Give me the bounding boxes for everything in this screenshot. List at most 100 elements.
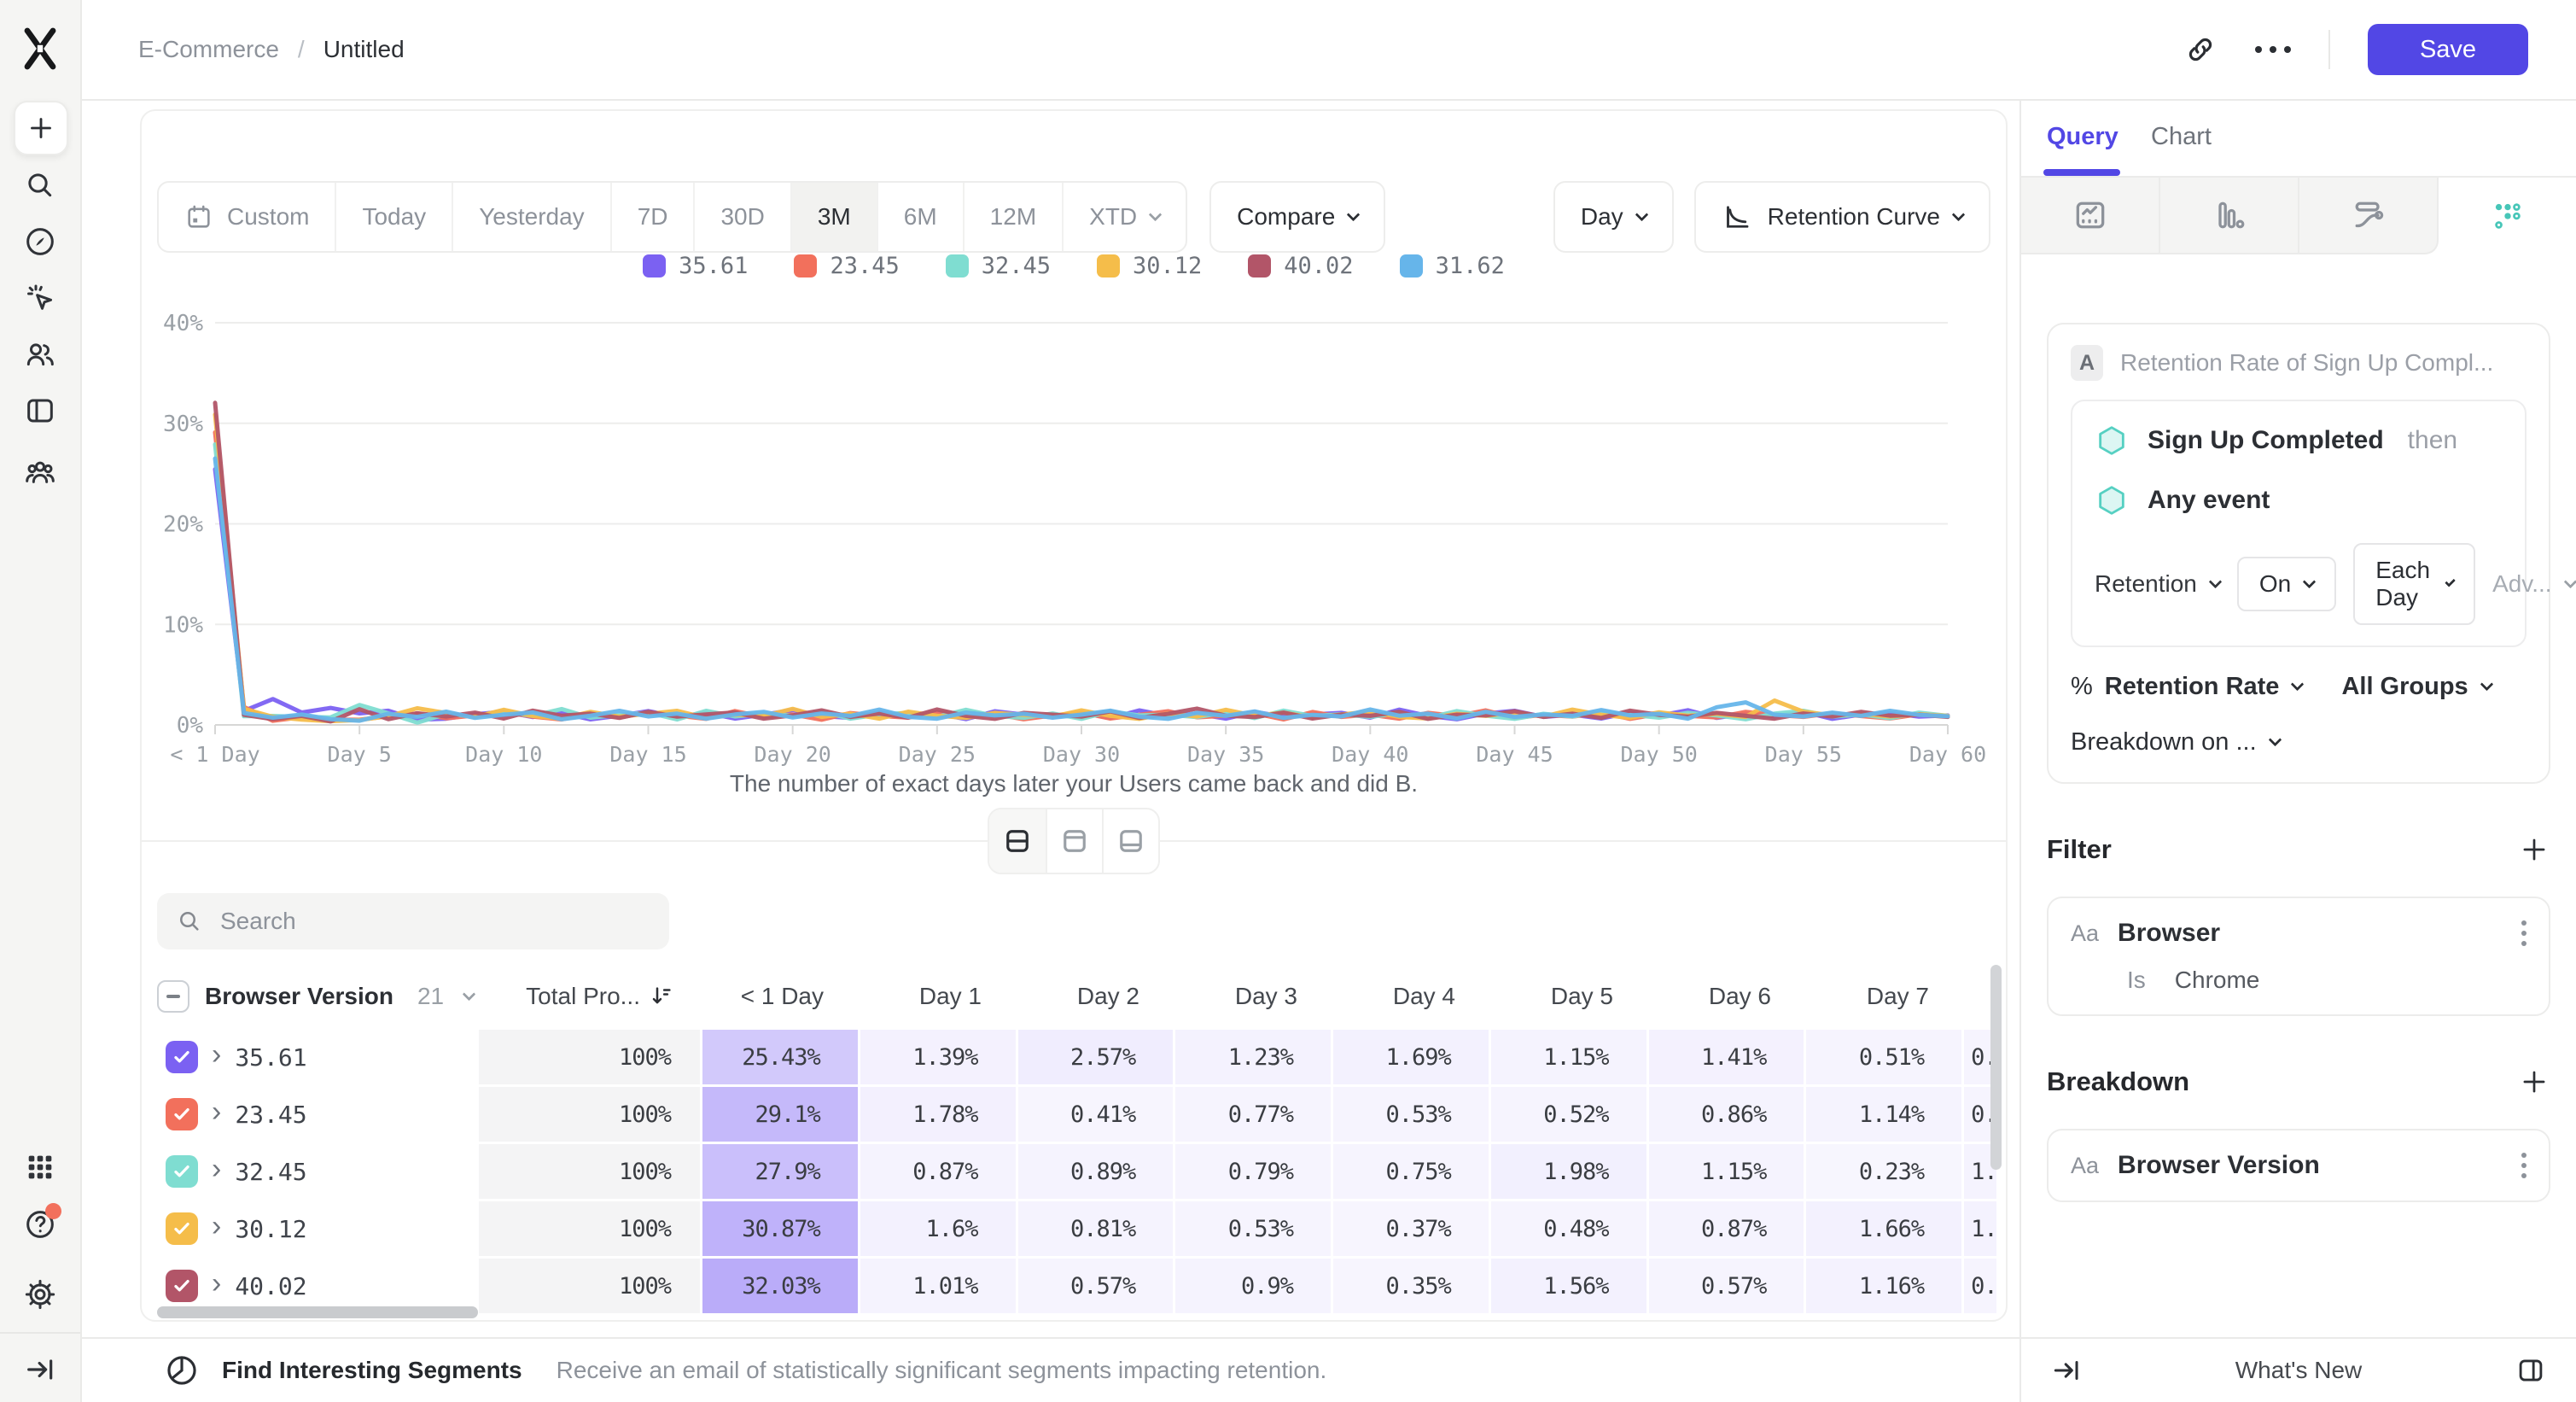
total-cell[interactable]: 100% [479, 1144, 700, 1199]
retention-cell[interactable]: 0.53% [1175, 1201, 1331, 1256]
filter-property[interactable]: Browser [2118, 919, 2220, 948]
retention-cell[interactable]: 0.53% [1333, 1087, 1489, 1142]
retention-cell[interactable]: 0.57% [1649, 1259, 1804, 1313]
retention-cell[interactable]: 1.01% [860, 1259, 1016, 1313]
retention-report-tile[interactable] [2439, 178, 2576, 254]
filter-operator[interactable]: Is [2127, 967, 2146, 994]
settings-gear-icon[interactable] [22, 1276, 58, 1312]
layout-split-button[interactable] [989, 809, 1046, 873]
range-xtd[interactable]: XTD [1062, 183, 1186, 251]
total-cell[interactable]: 100% [479, 1087, 700, 1142]
retention-cell[interactable]: 0.77% [1175, 1087, 1331, 1142]
query-title[interactable]: Retention Rate of Sign Up Compl... [2120, 349, 2493, 377]
whats-new-link[interactable]: What's New [2021, 1357, 2576, 1384]
total-cell[interactable]: 100% [479, 1259, 700, 1313]
copy-link-icon[interactable] [2183, 32, 2218, 67]
row-checkbox[interactable] [166, 1041, 198, 1073]
legend-item[interactable]: 40.02 [1248, 253, 1353, 279]
retention-cell[interactable]: 1.66% [1806, 1201, 1961, 1256]
range-yesterday[interactable]: Yesterday [452, 183, 610, 251]
filter-menu-icon[interactable] [2521, 920, 2526, 946]
expand-row-icon[interactable]: › [212, 1212, 221, 1241]
on-dropdown[interactable]: On [2237, 557, 2336, 611]
retention-cell[interactable]: 32.03% [702, 1259, 858, 1313]
flows-report-tile[interactable] [2299, 178, 2439, 254]
retention-cell[interactable]: 27.9% [702, 1144, 858, 1199]
day-column-header[interactable]: Day 3 [1177, 983, 1335, 1010]
cursor-click-icon[interactable] [22, 280, 58, 316]
retention-cell[interactable]: 1.15% [1491, 1030, 1646, 1084]
total-cell[interactable]: 100% [479, 1030, 700, 1084]
apps-grid-icon[interactable] [22, 1149, 58, 1185]
retention-cell[interactable]: 1.16% [1806, 1259, 1961, 1313]
horizontal-scrollbar[interactable] [157, 1306, 478, 1318]
breadcrumb-current[interactable]: Untitled [323, 36, 405, 63]
retention-cell[interactable]: 1.14% [1806, 1087, 1961, 1142]
measure-dropdown[interactable]: Retention Rate [2105, 673, 2303, 701]
granularity-button[interactable]: Day [1553, 181, 1674, 253]
series-line-30.12[interactable] [215, 415, 1948, 721]
row-checkbox[interactable] [166, 1212, 198, 1245]
legend-item[interactable]: 35.61 [643, 253, 748, 279]
retention-cell[interactable]: 1.23% [1175, 1030, 1331, 1084]
compass-icon[interactable] [22, 224, 58, 260]
series-line-31.62[interactable] [215, 459, 1948, 721]
tab-chart[interactable]: Chart [2151, 123, 2212, 151]
retention-cell[interactable]: 0.79% [1175, 1144, 1331, 1199]
range-6m[interactable]: 6M [877, 183, 963, 251]
row-checkbox[interactable] [166, 1155, 198, 1188]
range-12m[interactable]: 12M [963, 183, 1062, 251]
more-options-icon[interactable] [2255, 46, 2291, 53]
legend-item[interactable]: 30.12 [1097, 253, 1202, 279]
select-all-checkbox[interactable] [157, 980, 189, 1013]
retention-cell[interactable]: 1.98% [1491, 1144, 1646, 1199]
row-checkbox[interactable] [166, 1270, 198, 1302]
retention-cell[interactable]: 0.89% [1018, 1144, 1174, 1199]
retention-cell[interactable]: 1.56% [1491, 1259, 1646, 1313]
retention-mode-dropdown[interactable]: Retention [2095, 570, 2220, 598]
retention-cell[interactable]: 0.23% [1806, 1144, 1961, 1199]
search-nav-icon[interactable] [22, 167, 58, 203]
group-column-header[interactable]: Browser Version [205, 983, 393, 1010]
save-button[interactable]: Save [2368, 24, 2528, 75]
boards-icon[interactable] [22, 393, 58, 429]
expand-row-icon[interactable]: › [212, 1269, 221, 1298]
first-event[interactable]: Sign Up Completed [2148, 426, 2384, 455]
retention-cell[interactable]: 0.75% [1333, 1144, 1489, 1199]
users-icon[interactable] [22, 336, 58, 372]
insights-report-tile[interactable] [2021, 178, 2160, 254]
create-button[interactable] [14, 101, 68, 155]
retention-cell[interactable]: 0.57% [1018, 1259, 1174, 1313]
chart-view-button[interactable]: Retention Curve [1694, 181, 1990, 253]
retention-cell[interactable]: 2.57% [1018, 1030, 1174, 1084]
groups-dropdown[interactable]: All Groups [2341, 673, 2491, 701]
layout-chart-button[interactable] [1046, 809, 1102, 873]
advanced-dropdown[interactable]: Adv... [2492, 570, 2575, 598]
help-icon[interactable] [22, 1206, 58, 1242]
legend-item[interactable]: 23.45 [794, 253, 899, 279]
series-line-40.02[interactable] [215, 403, 1948, 721]
return-event[interactable]: Any event [2148, 486, 2270, 515]
retention-cell[interactable]: 1.41% [1649, 1030, 1804, 1084]
retention-cell[interactable]: 1.6% [860, 1201, 1016, 1256]
retention-cell[interactable]: 29.1% [702, 1087, 858, 1142]
layout-table-button[interactable] [1102, 809, 1158, 873]
retention-cell[interactable]: 1.15% [1649, 1144, 1804, 1199]
retention-cell[interactable]: 0.51% [1806, 1030, 1961, 1084]
add-filter-button[interactable] [2518, 833, 2550, 866]
breakdown-property[interactable]: Browser Version [2118, 1151, 2320, 1180]
tab-query[interactable]: Query [2047, 123, 2118, 151]
retention-cell[interactable]: 0.35% [1333, 1259, 1489, 1313]
retention-cell[interactable]: 0.87% [1649, 1201, 1804, 1256]
day-column-header[interactable]: Day 2 [1019, 983, 1177, 1010]
retention-cell[interactable]: 0.87% [860, 1144, 1016, 1199]
breakdown-on-dropdown[interactable]: Breakdown on ... [2071, 728, 2526, 756]
panel-columns-icon[interactable] [2515, 1354, 2547, 1387]
retention-cell[interactable]: 1.78% [860, 1087, 1016, 1142]
expand-row-icon[interactable]: › [212, 1154, 221, 1183]
collapse-sidebar-icon[interactable] [22, 1352, 58, 1387]
expand-row-icon[interactable]: › [212, 1097, 221, 1126]
segments-title[interactable]: Find Interesting Segments [222, 1357, 522, 1384]
range-today[interactable]: Today [335, 183, 452, 251]
retention-cell[interactable]: 30.87% [702, 1201, 858, 1256]
